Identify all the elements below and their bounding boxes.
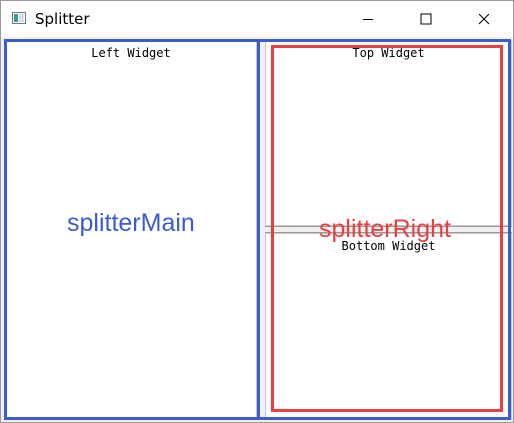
bottom-widget-pane: Bottom Widget	[265, 233, 512, 419]
minimize-icon	[363, 19, 373, 20]
top-widget-pane: Top Widget	[265, 40, 512, 226]
minimize-button[interactable]	[345, 1, 391, 37]
left-widget-label: Left Widget	[91, 46, 171, 60]
title-bar[interactable]: Splitter	[1, 1, 513, 37]
window-title: Splitter	[35, 10, 90, 28]
maximize-icon	[420, 13, 432, 25]
splitter-window: Splitter Left Widget Top Widget Bottom W…	[0, 0, 514, 423]
splitter-right-annotation: splitterRight	[319, 215, 451, 243]
close-icon	[478, 13, 490, 25]
app-window-icon	[12, 12, 26, 24]
maximize-button[interactable]	[403, 1, 449, 37]
splitter-main-annotation: splitterMain	[67, 209, 195, 237]
top-widget-label: Top Widget	[352, 46, 425, 60]
main-splitter-handle[interactable]	[257, 40, 265, 419]
close-button[interactable]	[461, 1, 507, 37]
